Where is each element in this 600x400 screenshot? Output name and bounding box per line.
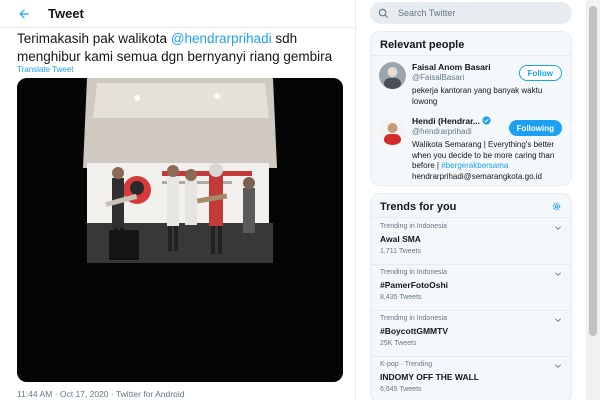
chevron-down-icon[interactable]	[554, 316, 562, 324]
person-name[interactable]: Faisal Anom Basari	[412, 62, 491, 72]
search-input[interactable]	[398, 8, 558, 18]
tweet-time[interactable]: 11:44 AM	[17, 389, 52, 399]
avatar[interactable]	[379, 62, 406, 89]
translate-tweet-link[interactable]: Translate Tweet	[17, 65, 73, 74]
header-bar: Tweet	[0, 0, 355, 28]
person-name-text: Hendi (Hendrar...	[412, 116, 481, 126]
trend-count: 6,645 Tweets	[380, 386, 422, 393]
person-handle[interactable]: @hendrarprihadi	[412, 127, 472, 136]
back-button[interactable]	[14, 4, 34, 24]
relevant-people-panel: Relevant people Faisal Anom Basari @Fais…	[370, 31, 572, 186]
mention-link[interactable]: @hendrarprihadi	[171, 31, 272, 46]
hashtag-link[interactable]: #bergerakbersama	[441, 161, 508, 170]
person-bio: Walikota Semarang | Everything's better …	[412, 140, 564, 182]
trend-name: #PamerFotoOshi	[380, 280, 449, 290]
trends-panel: Trends for you Trending in Indonesia Awa…	[370, 193, 572, 400]
verified-badge-icon	[482, 116, 491, 125]
scrollbar-thumb[interactable]	[589, 6, 597, 336]
avatar[interactable]	[379, 118, 406, 145]
trend-context: K-pop · Trending	[380, 361, 433, 368]
tweet-date[interactable]: Oct 17, 2020	[60, 389, 109, 399]
tweet-media-image[interactable]	[17, 78, 343, 382]
trend-item[interactable]: Trending in Indonesia Awal SMA 1,711 Twe…	[371, 219, 571, 265]
follow-button[interactable]: Follow	[518, 65, 562, 81]
concert-photo	[17, 78, 343, 382]
meta-separator: ·	[108, 389, 116, 399]
tweet-source[interactable]: Twitter for Android	[116, 389, 185, 399]
trend-context: Trending in Indonesia	[380, 315, 448, 322]
trend-name: #BoycottGMMTV	[380, 326, 448, 336]
right-sidebar: Relevant people Faisal Anom Basari @Fais…	[370, 0, 572, 400]
person-handle[interactable]: @FaisalBasari	[412, 73, 464, 82]
chevron-down-icon[interactable]	[554, 270, 562, 278]
following-button[interactable]: Following	[508, 120, 562, 136]
trend-context: Trending in Indonesia	[380, 223, 448, 230]
main-column: Tweet Terimakasih pak walikota @hendrarp…	[0, 0, 356, 400]
arrow-left-icon	[19, 8, 29, 19]
chevron-down-icon[interactable]	[554, 362, 562, 370]
meta-separator: ·	[52, 389, 60, 399]
trend-context: Trending in Indonesia	[380, 269, 448, 276]
search-bar[interactable]	[370, 2, 572, 24]
trend-item[interactable]: K-pop · Trending INDOMY OFF THE WALL 6,6…	[371, 357, 571, 400]
chevron-down-icon[interactable]	[554, 224, 562, 232]
page-title: Tweet	[48, 6, 84, 21]
tweet-text-part: Terimakasih pak walikota	[17, 31, 171, 46]
trend-count: 1,711 Tweets	[380, 248, 421, 255]
person-bio: pekerja kantoran yang banyak waktu lowon…	[412, 86, 543, 106]
trend-name: Awal SMA	[380, 234, 421, 244]
person-name[interactable]: Hendi (Hendrar...	[412, 116, 491, 126]
tweet-text: Terimakasih pak walikota @hendrarprihadi…	[17, 30, 347, 66]
trend-count: 25K Tweets	[380, 340, 417, 347]
trend-count: 8,435 Tweets	[380, 294, 422, 301]
tweet-metadata: 11:44 AM · Oct 17, 2020 · Twitter for An…	[17, 389, 184, 399]
search-icon	[378, 7, 390, 19]
trend-item[interactable]: Trending in Indonesia #BoycottGMMTV 25K …	[371, 311, 571, 357]
trend-name: INDOMY OFF THE WALL	[380, 372, 480, 382]
relevant-people-title: Relevant people	[371, 32, 571, 56]
gear-icon[interactable]	[551, 201, 562, 212]
trends-title: Trends for you	[371, 194, 571, 218]
person-bio-text: hendrarprihadi@semarangkota.go.id	[412, 171, 542, 181]
trend-item[interactable]: Trending in Indonesia #PamerFotoOshi 8,4…	[371, 265, 571, 311]
